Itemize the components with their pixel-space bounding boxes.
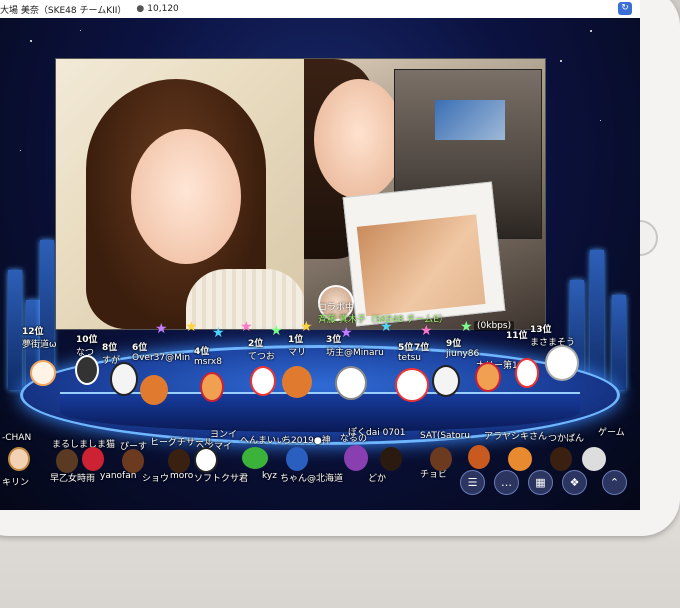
audience-name[interactable]: へんまいぃ — [240, 433, 285, 446]
audience-name[interactable]: アラヤシキさん — [484, 429, 547, 442]
audience-name[interactable]: SAT(Satoru — [420, 431, 470, 441]
audience-avatar[interactable] — [468, 445, 490, 469]
audience-avatar[interactable] — [168, 449, 190, 473]
grid-icon[interactable]: ▦ — [528, 470, 553, 495]
comment-icon[interactable]: … — [494, 470, 519, 495]
audience-avatar[interactable] — [582, 447, 606, 471]
audience-crowd: -CHAN まるしましま猫 ぴーす ヒーグチサール ヘンマイ ヨンイ へんまいぃ… — [0, 425, 640, 510]
stage-character[interactable] — [475, 362, 501, 392]
stage-character[interactable] — [200, 372, 224, 402]
audience-name[interactable]: つかばん — [548, 431, 584, 444]
app-screen: 大場 美奈（SKE48 チームKII） ● 10,120 ↻ コラボ中 斉藤 真… — [0, 0, 640, 510]
list-icon[interactable]: ☰ — [460, 470, 485, 495]
stream-header: 大場 美奈（SKE48 チームKII） ● 10,120 ↻ — [0, 0, 640, 18]
audience-avatar[interactable] — [344, 445, 368, 471]
rank-item[interactable]: 12位 夢街道ω — [22, 324, 57, 350]
streamer-title: 大場 美奈（SKE48 チームKII） — [0, 5, 127, 16]
audience-name[interactable]: まるしましま猫 — [52, 437, 115, 450]
stage-character[interactable] — [395, 368, 429, 402]
sky-star — [600, 120, 601, 121]
sky-star — [560, 60, 562, 62]
stage-character[interactable] — [432, 365, 460, 397]
host-camera — [56, 59, 306, 329]
audience-name[interactable]: ち2019●神 — [282, 433, 331, 446]
rank-item[interactable]: 2位 てつお — [248, 336, 275, 362]
rank-item[interactable]: 1位 マリ — [288, 332, 306, 358]
audience-avatar[interactable] — [430, 447, 452, 471]
stage-character[interactable] — [75, 355, 99, 385]
stage-character[interactable] — [515, 358, 539, 388]
audience-avatar[interactable] — [82, 447, 104, 471]
monitor-in-room — [435, 100, 505, 140]
audience-name[interactable]: ぽくdai 0701 — [348, 425, 406, 438]
audience-name[interactable]: 早乙女時雨 — [50, 471, 95, 484]
audience-avatar[interactable] — [8, 447, 30, 471]
sky-star — [590, 30, 592, 32]
audience-name[interactable]: どか — [368, 471, 386, 484]
stage-character[interactable] — [30, 360, 56, 386]
audience-name[interactable]: キリン — [2, 475, 29, 488]
audience-avatar[interactable] — [56, 449, 78, 473]
audience-avatar[interactable] — [122, 449, 144, 473]
audience-avatar[interactable] — [508, 447, 532, 471]
audience-avatar[interactable] — [380, 447, 402, 471]
rank-item[interactable]: 13位 まさまそう — [530, 322, 575, 348]
audience-avatar[interactable] — [242, 447, 268, 469]
person-icon: ● — [136, 4, 145, 14]
photo-card — [342, 181, 506, 327]
rank-item[interactable]: 8位 すが — [102, 340, 120, 366]
stage-character[interactable] — [250, 366, 276, 396]
audience-name[interactable]: -CHAN — [2, 433, 31, 443]
gift-icon[interactable]: ❖ — [562, 470, 587, 495]
rotate-icon[interactable]: ↻ — [618, 2, 632, 15]
audience-name[interactable]: ちゃん@北海道 — [280, 471, 343, 484]
rank-item[interactable]: 7位 — [414, 340, 429, 353]
rank-item[interactable]: 9位 jiuny86 — [446, 336, 479, 359]
stage-character[interactable] — [140, 375, 168, 405]
rank-item[interactable]: 4位 msrx8 — [194, 344, 222, 367]
sky-star — [20, 150, 21, 151]
audience-name[interactable]: kyz — [262, 471, 277, 481]
audience-name[interactable]: ソフトクサ君 — [194, 471, 248, 484]
sky-star — [30, 40, 32, 42]
audience-name[interactable]: ゲーム — [598, 425, 625, 438]
rank-item[interactable]: 6位 Over37@Min — [132, 340, 190, 363]
audience-name[interactable]: ショウ — [142, 471, 169, 484]
stage-character[interactable] — [110, 362, 138, 396]
guest-face — [314, 79, 404, 199]
audience-avatar[interactable] — [550, 447, 572, 471]
host-face — [131, 129, 241, 264]
live-video[interactable] — [55, 58, 546, 330]
audience-name[interactable]: ヨンイ — [210, 427, 237, 440]
stage-character[interactable] — [335, 366, 367, 400]
chevron-up-icon[interactable]: ⌃ — [602, 470, 627, 495]
stage-character[interactable] — [282, 366, 312, 398]
viewer-count: 10,120 — [147, 4, 179, 14]
sky-star — [80, 30, 81, 31]
stage-character[interactable] — [545, 345, 579, 381]
rank-item[interactable]: 11位 — [506, 328, 528, 341]
photo-card-image — [356, 214, 486, 317]
audience-avatar[interactable] — [194, 447, 218, 473]
rank-item[interactable]: 3位 坊主@Minaru — [326, 332, 384, 358]
audience-avatar[interactable] — [286, 447, 308, 471]
